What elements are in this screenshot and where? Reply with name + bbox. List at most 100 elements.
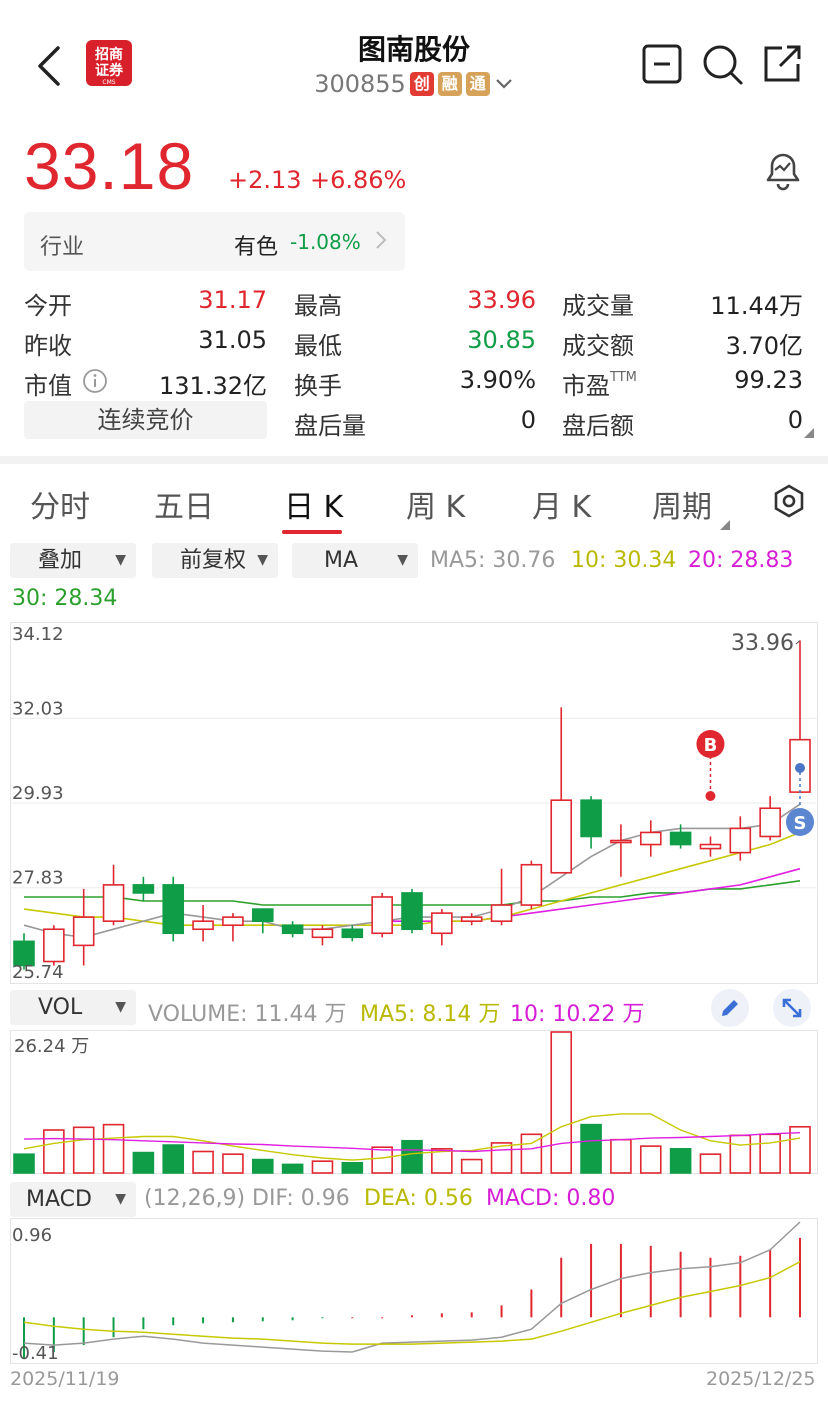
volume-ma10: 10: 10.22 万	[510, 1002, 645, 1027]
candle-body	[490, 904, 513, 922]
back-button[interactable]	[30, 42, 70, 90]
max-price-label: 33.96	[731, 631, 794, 656]
info-icon[interactable]	[82, 368, 108, 394]
caret-down-icon: ▼	[115, 999, 126, 1015]
ma5-value: MA5: 30.76	[430, 548, 556, 573]
tab-period[interactable]: 周期	[652, 482, 712, 526]
pe-label-text: 市盈	[562, 372, 610, 400]
turnover-amount-value: 3.70亿	[725, 332, 803, 360]
minimize-button[interactable]	[640, 42, 684, 86]
share-icon	[764, 45, 801, 82]
tab-daily-k[interactable]: 日 K	[284, 482, 343, 526]
macd-value: MACD: 0.80	[486, 1186, 616, 1211]
macd-indicator-dropdown[interactable]: MACD ▼	[10, 1182, 136, 1217]
candle-body	[102, 884, 125, 922]
price-change: +2.13	[228, 166, 302, 194]
tab-intraday[interactable]: 分时	[30, 482, 90, 526]
volume-chart[interactable]: 26.24 万	[10, 1030, 818, 1174]
y-axis-label: 34.12	[12, 624, 64, 645]
candle-body	[699, 843, 722, 850]
macd-chart[interactable]: 0.96 -0.41	[10, 1218, 818, 1364]
overlay-dropdown[interactable]: 叠加 ▼	[10, 543, 136, 578]
industry-name: 有色	[234, 235, 279, 260]
expand-corner-icon[interactable]	[804, 428, 814, 438]
after-hours-amount-value: 0	[787, 406, 803, 434]
candle-body	[759, 807, 781, 838]
macd-dea: DEA: 0.56	[364, 1186, 473, 1211]
current-price: 33.18	[24, 129, 195, 203]
svg-text:招商: 招商	[95, 46, 123, 63]
candle-body	[401, 892, 423, 931]
market-cap-label: 市值	[24, 372, 72, 400]
indicator-dropdown[interactable]: MA ▼	[292, 543, 418, 578]
industry-row[interactable]: 行业 有色 -1.08%	[24, 212, 405, 271]
kline-chart[interactable]: 34.12 32.03 29.93 27.83 25.74 33.96 B S	[10, 622, 818, 984]
volume-indicator-dropdown[interactable]: VOL ▼	[10, 990, 136, 1025]
low-label: 最低	[294, 332, 342, 360]
candle-body	[43, 928, 65, 963]
tab-weekly-k[interactable]: 周 K	[406, 482, 465, 526]
buy-marker-text: B	[704, 735, 718, 756]
candle-body	[729, 827, 752, 854]
adjust-label: 前复权	[180, 548, 247, 573]
volume-bar	[610, 1138, 632, 1174]
volume-bar	[341, 1161, 364, 1174]
fullscreen-button[interactable]	[772, 988, 812, 1028]
hexagon-gear-icon	[774, 484, 804, 518]
indicator-label: MA	[324, 548, 359, 573]
period-corner-icon	[720, 520, 730, 530]
stock-code: 300855	[314, 70, 406, 98]
volume-indicator-label: VOL	[38, 995, 83, 1020]
settings-button[interactable]	[772, 484, 806, 518]
ma20-value: 20: 28.83	[688, 548, 794, 573]
adjust-dropdown[interactable]: 前复权 ▼	[152, 543, 278, 578]
candle-body	[460, 916, 483, 922]
turnover-amount-label: 成交额	[562, 332, 634, 360]
candle-body	[550, 799, 573, 874]
volume-bar	[580, 1123, 602, 1174]
stock-name: 图南股份	[357, 33, 470, 66]
volume-bar	[789, 1125, 811, 1174]
volume-bar	[251, 1158, 274, 1174]
volume-bar	[729, 1134, 752, 1174]
stock-code-row[interactable]: 300855 创 融 通	[250, 68, 578, 100]
volume-bar	[43, 1129, 65, 1174]
volume-bar	[281, 1163, 304, 1174]
end-date: 2025/12/25	[706, 1368, 816, 1390]
volume-bar	[222, 1153, 244, 1174]
volume-bar	[460, 1158, 483, 1174]
volume-max-label: 26.24 万	[14, 1036, 89, 1057]
candle-body	[669, 831, 692, 846]
candle-body	[132, 884, 155, 894]
volume-bar	[639, 1145, 662, 1174]
after-hours-volume-value: 0	[520, 406, 536, 434]
volume-bar	[371, 1146, 393, 1174]
price-alert-button[interactable]	[760, 148, 806, 192]
section-divider	[0, 456, 828, 464]
tab-monthly-k[interactable]: 月 K	[532, 482, 591, 526]
market-cap-value: 131.32亿	[159, 372, 267, 400]
buy-marker-dot	[705, 791, 716, 801]
y-axis-label: 27.83	[12, 868, 64, 889]
candle-body	[281, 924, 304, 935]
broker-logo: 招商 证券 CMS	[86, 40, 132, 86]
volume-value: VOLUME: 11.44 万	[148, 1002, 347, 1027]
share-button[interactable]	[760, 42, 804, 86]
turnover-rate-value: 3.90%	[459, 366, 536, 394]
search-button[interactable]	[700, 42, 744, 86]
macd-dif: DIF: 0.96	[252, 1186, 350, 1211]
candle-body	[580, 799, 602, 838]
tab-five-day[interactable]: 五日	[154, 482, 214, 526]
industry-change: -1.08%	[290, 230, 361, 254]
open-label: 今开	[24, 292, 72, 320]
high-label: 最高	[294, 292, 342, 320]
edit-button[interactable]	[710, 988, 750, 1028]
candle-body	[520, 863, 543, 906]
chevron-left-icon	[38, 46, 60, 86]
caret-down-icon: ▼	[115, 552, 126, 568]
sell-marker-dot	[795, 763, 805, 773]
industry-label: 行业	[40, 235, 85, 260]
candle-body	[251, 908, 274, 922]
candle-body	[639, 831, 662, 846]
turnover-rate-label: 换手	[294, 372, 342, 400]
